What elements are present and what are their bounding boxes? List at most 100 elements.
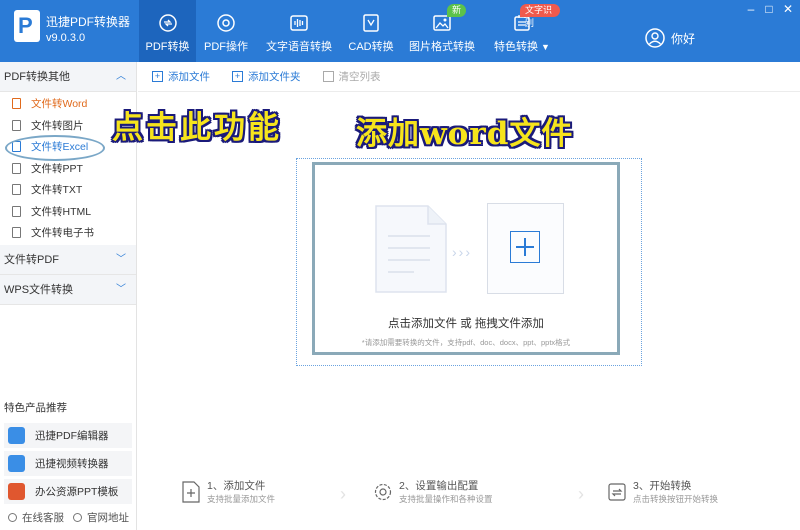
step-output-config: 2、设置输出配置 支持批量操作和各种设置 xyxy=(373,480,493,506)
user-label: 你好 xyxy=(671,31,696,46)
nav-cad-convert[interactable]: CAD转换 xyxy=(342,0,400,62)
nav-label: 文字语音转换 xyxy=(266,41,332,53)
online-service-label: 在线客服 xyxy=(22,512,64,524)
nav-pdf-convert[interactable]: PDF转换 xyxy=(139,0,196,62)
plus-icon[interactable] xyxy=(510,231,540,263)
pdf-editor-icon xyxy=(8,427,25,444)
chevron-down-icon: ▼ xyxy=(541,42,550,52)
online-service-link[interactable]: 在线客服 xyxy=(8,510,64,525)
sidebar-item-label: 文件转PPT xyxy=(31,162,83,175)
title-bar: P 迅捷PDF转换器 v9.0.3.0 PDF转换 PDF操作 文字语音转换 C… xyxy=(0,0,800,62)
sidebar-section-file-to-pdf[interactable]: 文件转PDF ﹀ xyxy=(0,244,136,275)
sidebar-item-to-ppt[interactable]: 文件转PPT xyxy=(0,158,136,180)
nav-label-wrap: 特色转换 ▼ xyxy=(494,38,550,54)
minimize-button[interactable]: – xyxy=(744,3,758,15)
trash-icon xyxy=(322,71,334,82)
app-version: v9.0.3.0 xyxy=(46,32,86,44)
video-converter-icon xyxy=(8,455,25,472)
headset-icon xyxy=(8,513,17,522)
add-file-step-icon xyxy=(182,481,200,503)
featured-label: 迅捷PDF编辑器 xyxy=(35,430,109,442)
file-icon xyxy=(12,227,21,239)
main-nav: PDF转换 PDF操作 文字语音转换 CAD转换 新 图片格式转换 文字识别 特… xyxy=(139,0,560,62)
sidebar-section-label: WPS文件转换 xyxy=(4,283,74,296)
user-account[interactable]: 你好 xyxy=(645,28,695,48)
featured-pdf-editor[interactable]: 迅捷PDF编辑器 xyxy=(4,423,132,448)
featured-ppt-templates[interactable]: 办公资源PPT模板 xyxy=(4,479,132,504)
step-desc: 支持批量添加文件 xyxy=(207,494,276,504)
nav-label: PDF操作 xyxy=(204,41,248,53)
featured-video-converter[interactable]: 迅捷视频转换器 xyxy=(4,451,132,476)
file-icon xyxy=(12,98,21,110)
step-desc: 点击转换按钮开始转换 xyxy=(633,494,719,504)
sidebar-section-label: PDF转换其他 xyxy=(4,71,70,83)
sidebar-section-wps[interactable]: WPS文件转换 ﹀ xyxy=(0,274,136,305)
restore-button[interactable]: □ xyxy=(762,3,776,15)
ocr-badge: 文字识别 xyxy=(520,4,560,28)
sidebar-item-label: 文件转TXT xyxy=(31,184,83,197)
new-badge: 新 xyxy=(447,4,467,17)
annotation-add-word: 添加word文件 xyxy=(356,116,574,152)
convert-icon xyxy=(158,14,177,32)
convert-icon xyxy=(608,483,626,501)
annotation-click-feature: 点击此功能 xyxy=(112,110,282,146)
featured-label: 办公资源PPT模板 xyxy=(35,486,119,498)
drop-zone-hint: 点击添加文件 或 拖拽文件添加 xyxy=(388,318,544,330)
add-file-button[interactable]: + 添加文件 xyxy=(152,69,210,84)
add-file-icon: + xyxy=(152,71,163,82)
nav-pdf-operate[interactable]: PDF操作 xyxy=(196,0,256,62)
step-desc: 支持批量操作和各种设置 xyxy=(399,494,493,504)
chevron-down-icon: ﹀ xyxy=(116,283,126,295)
step-text: 2、设置输出配置 支持批量操作和各种设置 xyxy=(399,480,493,506)
app-logo: P xyxy=(14,10,40,42)
clear-list-label: 清空列表 xyxy=(338,71,381,83)
sidebar-item-to-html[interactable]: 文件转HTML xyxy=(0,201,136,223)
step-start-convert: 3、开始转换 点击转换按钮开始转换 xyxy=(607,480,718,506)
nav-text-speech[interactable]: 文字语音转换 xyxy=(256,0,342,62)
sidebar-section-label: 文件转PDF xyxy=(4,253,59,266)
clear-list-button[interactable]: 清空列表 xyxy=(322,69,381,84)
sidebar-item-to-ebook[interactable]: 文件转电子书 xyxy=(0,222,136,244)
official-site-link[interactable]: 官网地址 xyxy=(73,510,129,525)
featured-label: 迅捷视频转换器 xyxy=(35,458,109,470)
app-name: 迅捷PDF转换器 xyxy=(46,15,131,29)
file-icon xyxy=(12,162,21,174)
ppt-template-icon xyxy=(8,483,25,500)
add-folder-button[interactable]: + 添加文件夹 xyxy=(232,69,301,84)
document-icon xyxy=(375,205,447,293)
sidebar-item-label: 文件转电子书 xyxy=(31,227,94,240)
nav-label: CAD转换 xyxy=(348,41,394,53)
step-separator: › xyxy=(340,484,346,504)
annotation-highlight-ring xyxy=(5,135,105,161)
nav-special-convert[interactable]: 文字识别 特色转换 ▼ xyxy=(484,0,560,62)
close-button[interactable]: ✕ xyxy=(781,3,795,15)
cad-icon xyxy=(363,14,379,32)
sidebar-item-label: 文件转图片 xyxy=(31,119,84,132)
arrows-icon: ››› xyxy=(452,244,472,260)
drop-zone-formats: *请添加需要转换的文件，支持pdf、doc、docx、ppt、pptx格式 xyxy=(361,338,571,347)
step-title: 2、设置输出配置 xyxy=(399,480,479,492)
nav-label: PDF转换 xyxy=(145,41,190,53)
sidebar-item-to-txt[interactable]: 文件转TXT xyxy=(0,179,136,201)
add-folder-icon: + xyxy=(232,71,243,82)
featured-title: 特色产品推荐 xyxy=(4,402,67,414)
add-file-label: 添加文件 xyxy=(168,71,210,83)
step-add-file: 1、添加文件 支持批量添加文件 xyxy=(181,480,275,506)
step-text: 3、开始转换 点击转换按钮开始转换 xyxy=(633,480,718,506)
app-logo-letter: P xyxy=(18,13,33,38)
official-site-label: 官网地址 xyxy=(87,512,129,524)
nav-label: 特色转换 xyxy=(494,41,539,53)
sidebar-item-label: 文件转HTML xyxy=(31,205,92,218)
sidebar-section-pdf-to-other[interactable]: PDF转换其他 ︿ xyxy=(0,62,136,92)
chevron-down-icon: ﹀ xyxy=(116,253,126,265)
step-separator: › xyxy=(578,484,584,504)
step-title: 1、添加文件 xyxy=(207,480,266,492)
nav-label: 图片格式转换 xyxy=(409,41,475,53)
chevron-up-icon: ︿ xyxy=(116,71,126,82)
home-icon xyxy=(73,513,82,522)
audio-wave-icon xyxy=(290,15,308,31)
step-text: 1、添加文件 支持批量添加文件 xyxy=(207,480,275,506)
nav-image-convert[interactable]: 新 图片格式转换 xyxy=(400,0,484,62)
toolbar: + 添加文件 + 添加文件夹 清空列表 xyxy=(138,62,800,92)
sidebar-item-label: 文件转Word xyxy=(31,98,88,111)
